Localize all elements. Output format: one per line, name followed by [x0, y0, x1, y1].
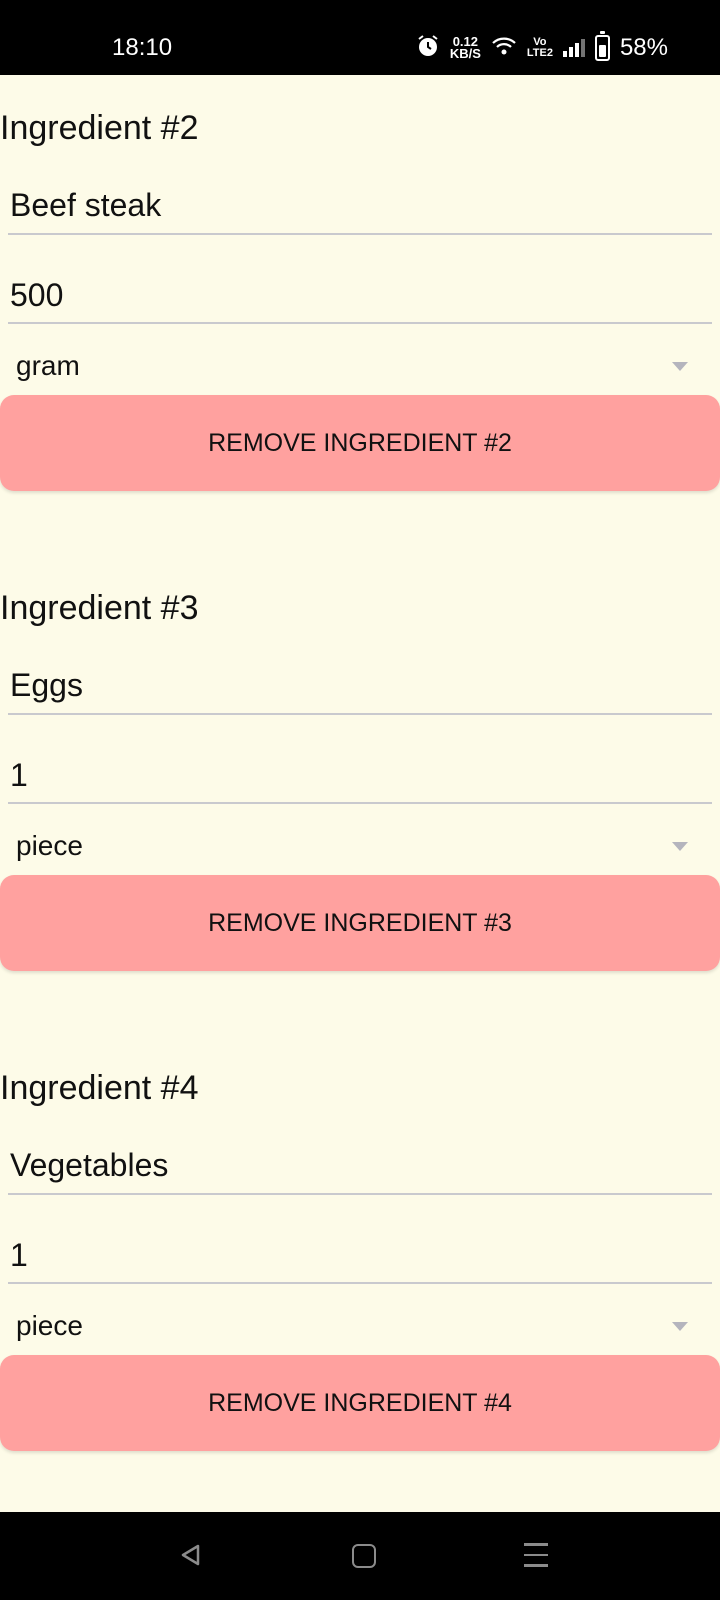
ingredient-name-value: Vegetables — [10, 1147, 169, 1183]
battery-percent: 58% — [619, 34, 668, 61]
status-time: 18:10 — [112, 34, 173, 61]
ingredient-quantity-value: 1 — [10, 757, 28, 793]
dropdown-caret-icon — [672, 842, 688, 851]
navigation-bar — [0, 1512, 720, 1600]
back-icon[interactable] — [180, 1544, 202, 1566]
input-underline — [8, 1193, 712, 1195]
unit-dropdown[interactable]: gram — [16, 348, 688, 388]
ingredient-heading: Ingredient #2 — [0, 109, 199, 147]
ingredient-heading: Ingredient #4 — [0, 1069, 199, 1107]
input-underline — [8, 1282, 712, 1284]
ingredient-name-value: Beef steak — [10, 187, 162, 223]
ingredient-quantity-input[interactable]: 500 — [8, 255, 712, 345]
status-icons: 0.12 KB/S Vo LTE2 58% — [416, 30, 668, 66]
ingredient-section: Ingredient #3 Eggs 1 piece REMOVE INGRED… — [0, 555, 720, 1035]
input-underline — [8, 713, 712, 715]
ingredient-quantity-input[interactable]: 1 — [8, 1215, 712, 1305]
ingredient-name-value: Eggs — [10, 667, 83, 703]
remove-ingredient-button[interactable]: REMOVE INGREDIENT #2 — [0, 395, 720, 491]
unit-value: gram — [16, 350, 80, 381]
network-speed: 0.12 KB/S — [449, 34, 481, 61]
dropdown-caret-icon — [672, 1322, 688, 1331]
unit-dropdown[interactable]: piece — [16, 1308, 688, 1348]
input-underline — [8, 322, 712, 324]
unit-dropdown[interactable]: piece — [16, 828, 688, 868]
input-underline — [8, 802, 712, 804]
input-underline — [8, 233, 712, 235]
home-icon[interactable] — [352, 1544, 376, 1568]
status-bar: 18:10 0.12 KB/S Vo LTE2 58% — [0, 0, 720, 75]
recents-icon[interactable] — [524, 1543, 548, 1571]
unit-value: piece — [16, 1310, 83, 1341]
ingredient-name-input[interactable]: Beef steak — [8, 165, 712, 255]
ingredient-name-input[interactable]: Eggs — [8, 645, 712, 735]
ingredient-quantity-input[interactable]: 1 — [8, 735, 712, 825]
alarm-icon — [416, 34, 440, 63]
ingredient-heading: Ingredient #3 — [0, 589, 199, 627]
battery-icon — [594, 31, 610, 61]
ingredient-section: Ingredient #4 Vegetables 1 piece REMOVE … — [0, 1035, 720, 1512]
ingredient-section: Ingredient #2 Beef steak 500 gram REMOVE… — [0, 75, 720, 555]
volte-indicator: Vo LTE2 — [526, 36, 553, 59]
wifi-icon — [491, 36, 517, 61]
ingredients-list[interactable]: Ingredient #2 Beef steak 500 gram REMOVE… — [0, 75, 720, 1512]
remove-ingredient-button[interactable]: REMOVE INGREDIENT #3 — [0, 875, 720, 971]
ingredient-quantity-value: 500 — [10, 277, 64, 313]
ingredient-quantity-value: 1 — [10, 1237, 28, 1273]
remove-ingredient-button[interactable]: REMOVE INGREDIENT #4 — [0, 1355, 720, 1451]
signal-icon — [562, 39, 585, 57]
dropdown-caret-icon — [672, 362, 688, 371]
ingredient-name-input[interactable]: Vegetables — [8, 1125, 712, 1215]
unit-value: piece — [16, 830, 83, 861]
